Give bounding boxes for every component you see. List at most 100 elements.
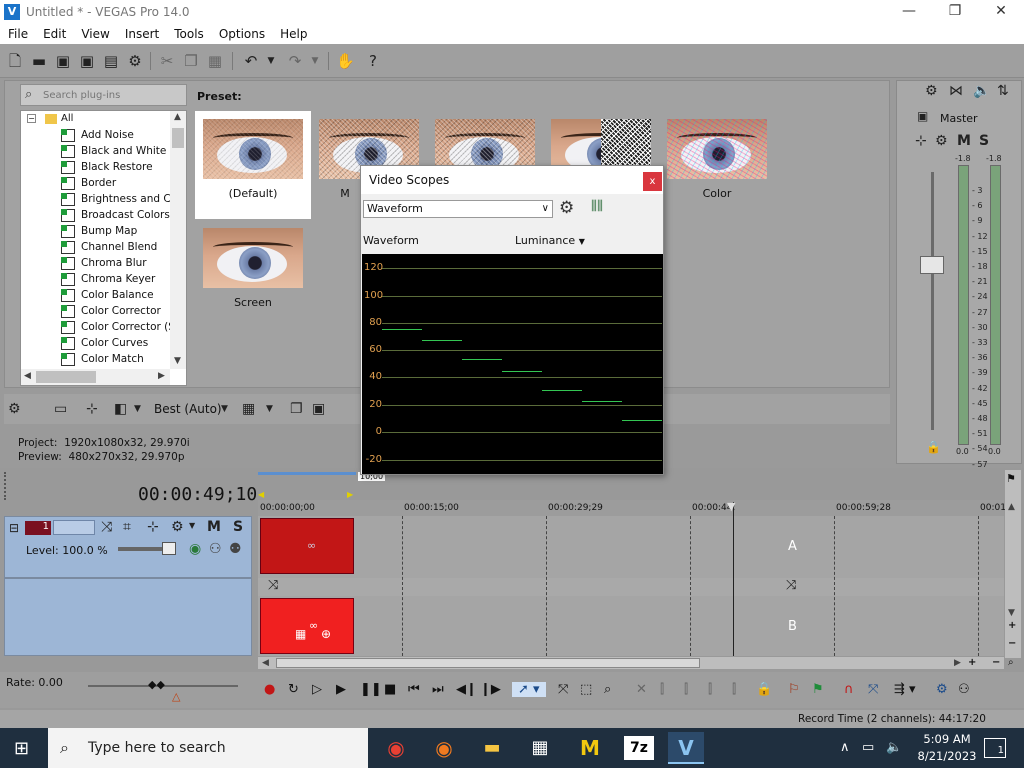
paste-icon[interactable]: ▦ xyxy=(206,52,224,70)
selection-tool-icon[interactable]: ⬚ xyxy=(580,682,592,697)
gear-icon[interactable]: ⚙ xyxy=(8,401,21,417)
menu-file[interactable]: File xyxy=(0,27,35,41)
tree-vertical-scroll-thumb[interactable] xyxy=(172,128,184,148)
go-to-end-icon[interactable]: ⏭ xyxy=(432,682,444,697)
vegas-m-icon[interactable]: M xyxy=(572,732,608,764)
lock-icon[interactable]: 🔒 xyxy=(926,440,941,454)
preset-color[interactable]: Color xyxy=(659,111,775,219)
tree-root-all[interactable]: − All xyxy=(27,113,73,124)
insert-region-icon[interactable]: ⚑ xyxy=(812,682,824,697)
redo-icon[interactable]: ↷ xyxy=(286,52,304,70)
zoom-out-icon[interactable]: − xyxy=(1008,638,1016,649)
stop-icon[interactable]: ■ xyxy=(384,682,396,697)
play-from-start-icon[interactable]: ▷ xyxy=(312,682,322,697)
chevron-down-icon[interactable]: ▼ xyxy=(266,404,273,414)
track-mute-button[interactable]: M xyxy=(207,519,221,535)
video-scopes-header[interactable]: Video Scopes xyxy=(361,166,663,194)
notification-icon[interactable]: 1 xyxy=(984,738,1006,758)
save-as-icon[interactable]: ▣ xyxy=(78,52,96,70)
gear-icon[interactable]: ⚙ xyxy=(559,198,574,218)
ignore-event-grouping-icon[interactable]: ⚇ xyxy=(958,682,970,697)
insert-marker-icon[interactable]: ⚐ xyxy=(788,682,800,697)
scroll-left-icon[interactable]: ◀ xyxy=(24,371,31,381)
store-icon[interactable]: ▦ xyxy=(522,732,558,764)
go-to-start-icon[interactable]: ⏮ xyxy=(408,682,420,697)
compositing-icon[interactable]: ⊹ xyxy=(147,519,159,535)
minimize-button[interactable]: — xyxy=(886,0,932,24)
downmix-icon[interactable]: ⋈ xyxy=(949,83,963,99)
list-item[interactable]: Color Balance xyxy=(61,287,154,303)
list-item[interactable]: Color Curves xyxy=(61,335,148,351)
copy-icon[interactable]: ❐ xyxy=(182,52,200,70)
cut-icon[interactable]: ✂ xyxy=(158,52,176,70)
track-level-knob[interactable] xyxy=(162,542,176,555)
record-icon[interactable]: ● xyxy=(264,682,275,697)
fx-gear-icon[interactable]: ⚙ xyxy=(935,133,948,149)
undo-dropdown-icon[interactable]: ▼ xyxy=(262,52,280,70)
speaker-icon[interactable]: 🔈 xyxy=(973,83,990,99)
chevron-up-icon[interactable]: ∧ xyxy=(840,740,850,755)
volume-icon[interactable]: 🔈 xyxy=(886,740,902,755)
scroll-down-icon[interactable]: ▼ xyxy=(174,356,181,366)
loop-start-marker[interactable]: ◀ xyxy=(258,490,264,499)
track-motion-icon[interactable]: ⤨ xyxy=(101,519,112,535)
pause-icon[interactable]: ❚❚ xyxy=(360,682,382,697)
zoom-in-icon[interactable]: + xyxy=(1008,620,1016,631)
lock-envelopes-icon[interactable]: ⚙ xyxy=(936,682,948,697)
menu-edit[interactable]: Edit xyxy=(35,27,73,41)
windows-start-icon[interactable]: ⊞ xyxy=(14,738,29,759)
master-fader-knob[interactable] xyxy=(920,256,944,274)
menu-view[interactable]: View xyxy=(73,27,116,41)
scroll-right-icon[interactable]: ▶ xyxy=(954,658,961,668)
scroll-right-icon[interactable]: ▶ xyxy=(158,371,165,381)
taskbar-clock[interactable]: 5:09 AM 8/21/2023 xyxy=(912,731,982,765)
list-item[interactable]: Black and White xyxy=(61,143,166,159)
preset-screen[interactable]: Screen xyxy=(195,220,311,328)
lock-icon[interactable]: 🔒 xyxy=(756,682,772,697)
track-fx-gear-icon[interactable]: ⚙ xyxy=(171,519,184,535)
timeline-scroll-thumb[interactable] xyxy=(276,658,700,668)
previous-frame-icon[interactable]: ◀❙ xyxy=(456,682,477,697)
chevron-down-icon[interactable]: ▼ xyxy=(189,521,195,530)
scroll-up-icon[interactable]: ▲ xyxy=(174,112,181,122)
list-item[interactable]: Channel Blend xyxy=(61,239,157,255)
list-item[interactable]: Bump Map xyxy=(61,223,137,239)
list-item[interactable]: Chroma Blur xyxy=(61,255,147,271)
preview-mode-icon[interactable]: ◧ xyxy=(114,401,127,417)
list-item[interactable]: Broadcast Colors xyxy=(61,207,170,223)
loop-end-marker[interactable]: ▶ xyxy=(347,490,353,499)
pan-crop-icon[interactable]: ▦ xyxy=(295,627,306,641)
trim-end-icon[interactable]: ⫿ xyxy=(708,682,712,697)
mute-button[interactable]: M xyxy=(957,133,971,149)
rate-slider-knob[interactable]: ◆◆ xyxy=(148,678,165,691)
playback-cursor[interactable] xyxy=(733,502,734,656)
trim-icon[interactable]: ⫿ xyxy=(660,682,664,697)
expand-track-icon[interactable]: ⊟ xyxy=(9,521,19,535)
grid-overlay-icon[interactable]: ▦ xyxy=(242,401,255,417)
solo-button[interactable]: S xyxy=(979,133,989,149)
zoom-in-icon[interactable]: + xyxy=(968,657,976,668)
new-file-icon[interactable]: 🗋 xyxy=(6,52,24,70)
firefox-icon[interactable]: ◉ xyxy=(426,732,462,764)
zoom-out-icon[interactable]: − xyxy=(992,657,1000,668)
drag-handle[interactable] xyxy=(4,472,16,500)
loop-playback-icon[interactable]: ↻ xyxy=(288,682,299,697)
crossfade-icon[interactable]: ⤨ xyxy=(786,578,796,593)
menu-insert[interactable]: Insert xyxy=(117,27,166,41)
auto-ripple-icon[interactable]: ⇶ ▾ xyxy=(894,682,916,697)
mixer-routing-icon[interactable]: ⇅ xyxy=(997,83,1009,99)
auto-crossfade-icon[interactable]: ⤧ xyxy=(868,682,878,697)
open-folder-icon[interactable]: ▬ xyxy=(30,52,48,70)
make-compositing-parent-icon[interactable]: ⚉ xyxy=(229,541,242,557)
chevron-down-icon[interactable]: ▼ xyxy=(221,404,228,414)
scroll-down-icon[interactable]: ▼ xyxy=(1008,608,1015,618)
compositor-icon[interactable]: ◉ xyxy=(189,541,201,557)
transition-row[interactable] xyxy=(258,578,1004,596)
play-icon[interactable]: ▶ xyxy=(336,682,346,697)
list-item[interactable]: Brightness and Co xyxy=(61,191,177,207)
list-item[interactable]: Add Noise xyxy=(61,127,134,143)
list-item[interactable]: Border xyxy=(61,175,116,191)
redo-dropdown-icon[interactable]: ▼ xyxy=(306,52,324,70)
video-clip-b[interactable]: ▦ ∞ ⊕ xyxy=(260,598,354,654)
list-item[interactable]: Chroma Keyer xyxy=(61,271,155,287)
